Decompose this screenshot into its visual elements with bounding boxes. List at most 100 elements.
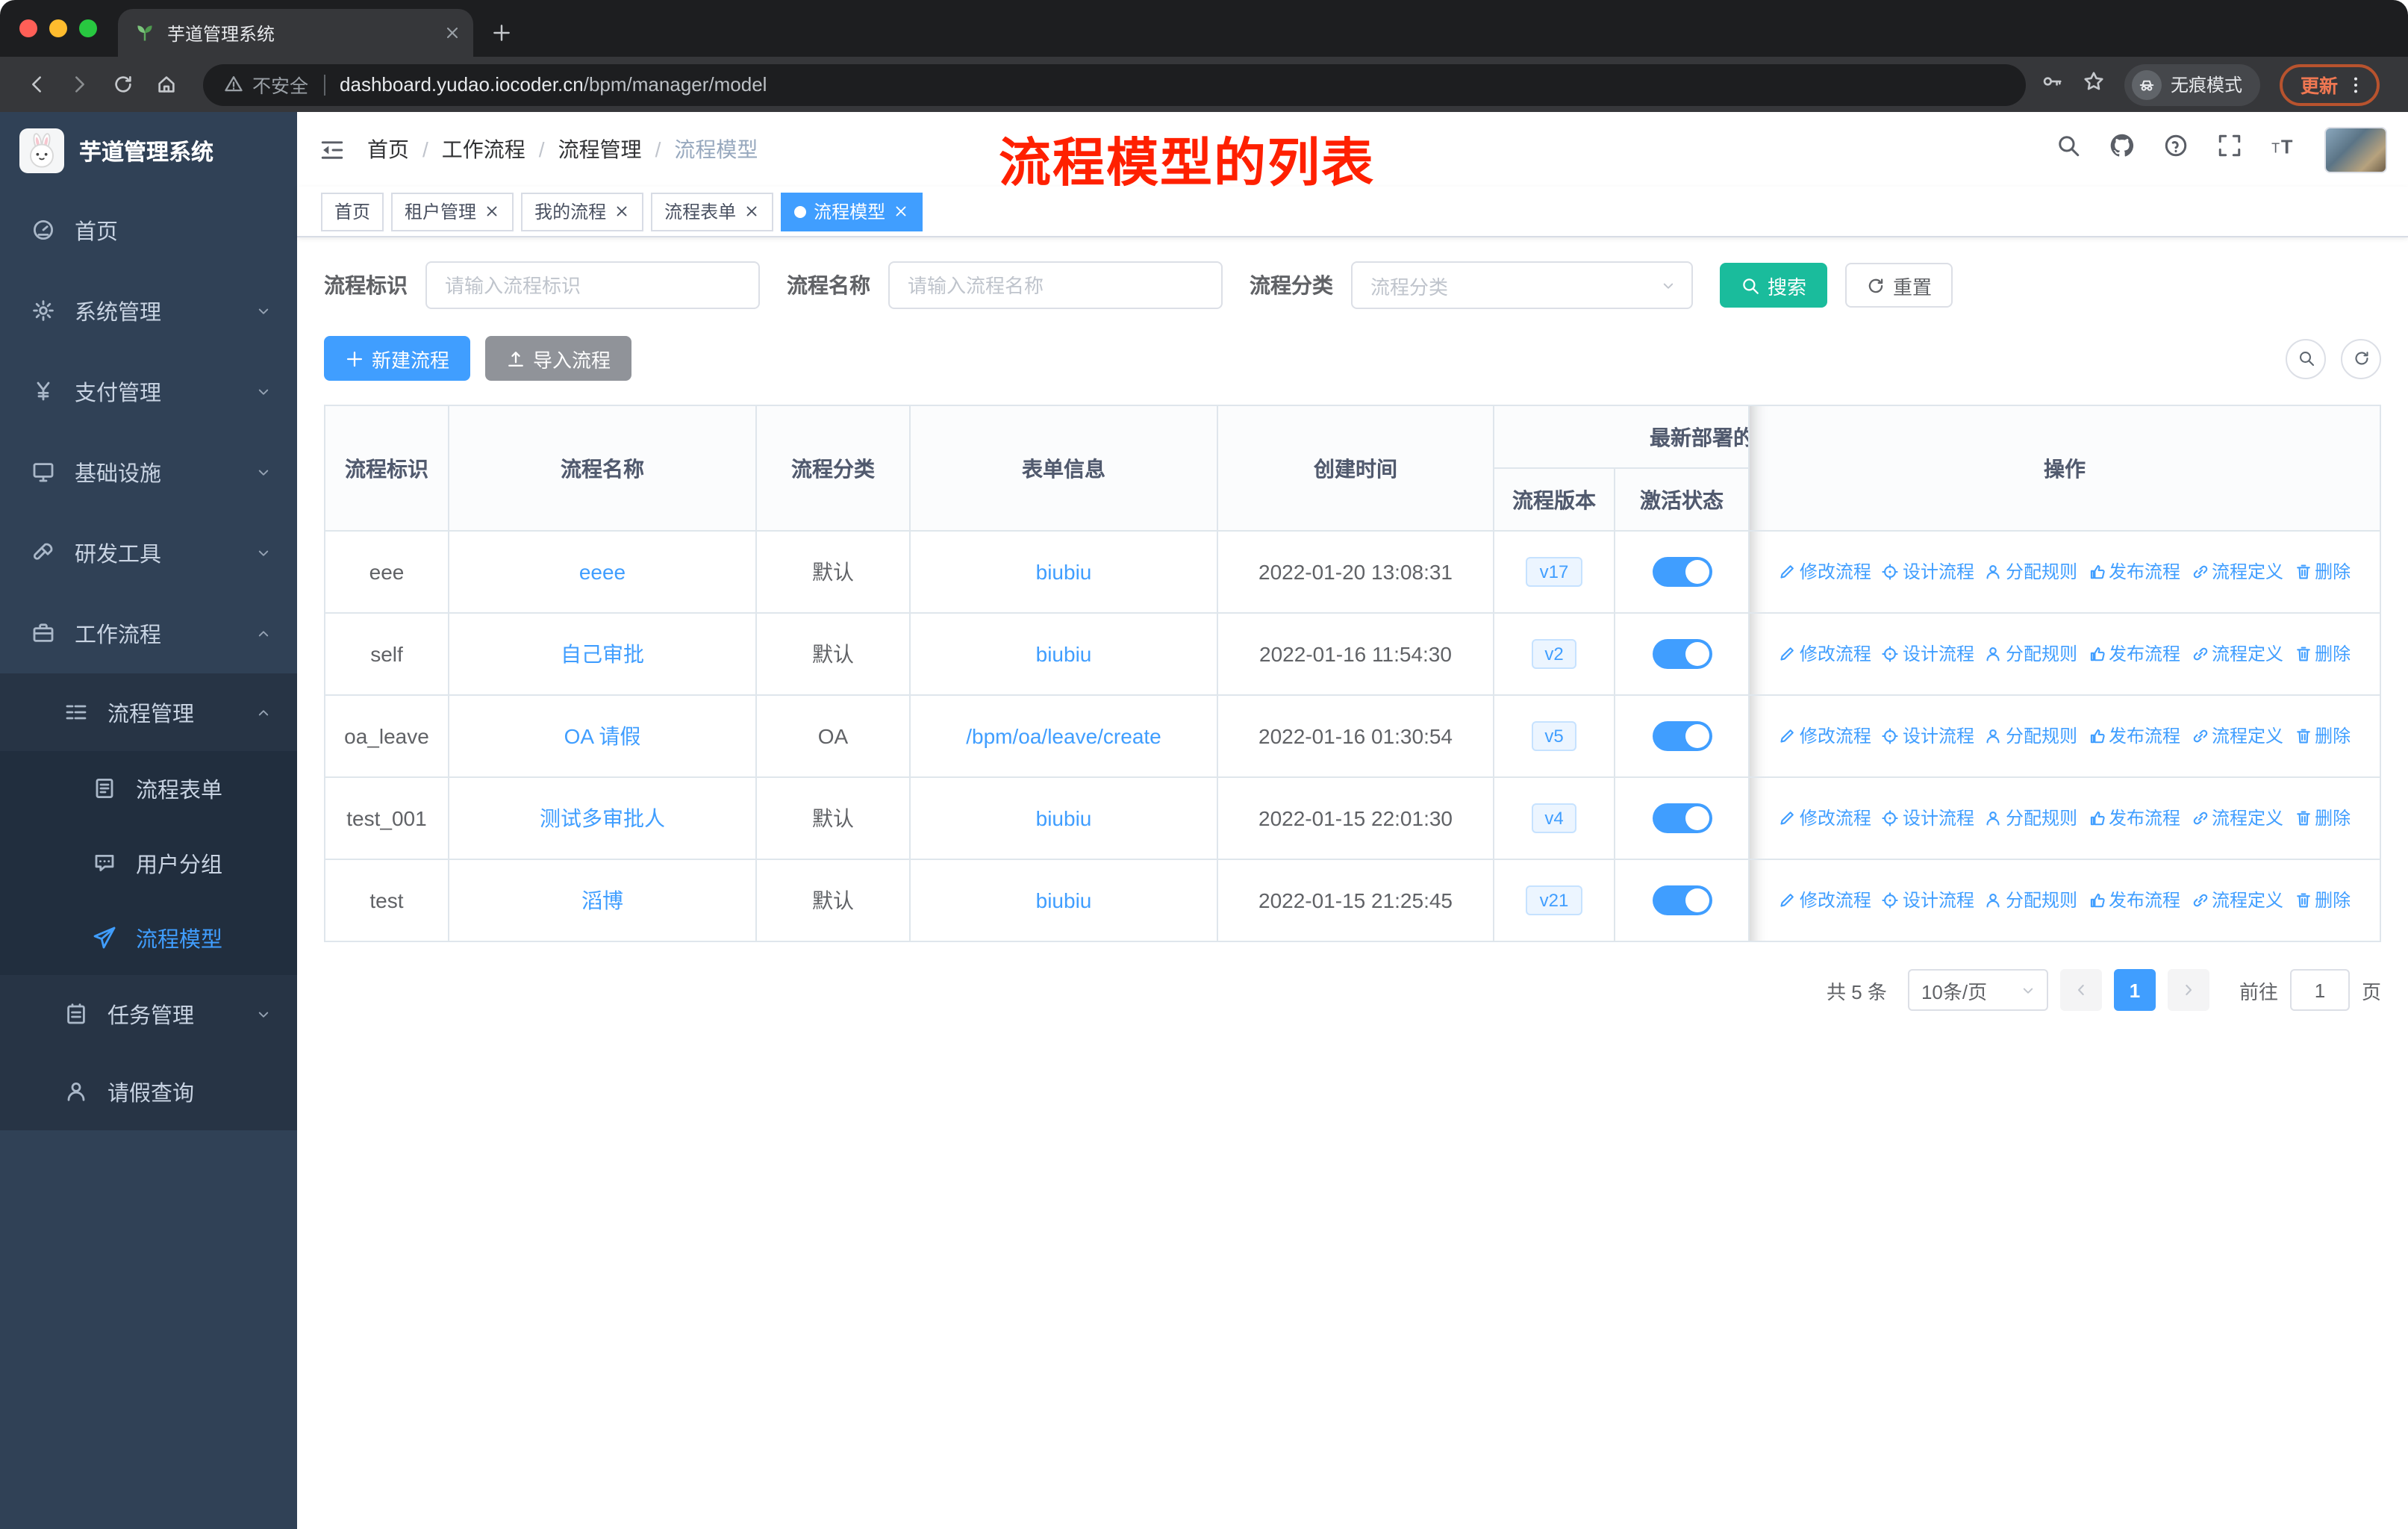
browser-tab[interactable]: 芋道管理系统 [118, 9, 473, 57]
github-button[interactable] [2109, 133, 2135, 166]
sidebar-item-workflow[interactable]: 工作流程 [0, 593, 297, 673]
form-info-link[interactable]: /bpm/oa/leave/create [966, 724, 1161, 748]
password-key-button[interactable] [2041, 70, 2063, 99]
tag-tenant[interactable]: 租户管理 [391, 192, 514, 231]
home-button[interactable] [145, 63, 188, 106]
breadcrumb-item[interactable]: 流程管理 [558, 134, 642, 164]
form-info-link[interactable]: biubiu [1036, 560, 1092, 584]
browser-update-button[interactable]: 更新 [2279, 63, 2380, 105]
page-size-select[interactable]: 10条/页 [1907, 969, 2048, 1011]
breadcrumb-item[interactable]: 首页 [367, 134, 409, 164]
action-edit[interactable]: 修改流程 [1779, 806, 1871, 831]
action-delete[interactable]: 删除 [2294, 559, 2351, 585]
sidebar-toggle-icon[interactable] [319, 137, 345, 162]
action-definition[interactable]: 流程定义 [2191, 723, 2283, 749]
new-tab-button[interactable] [491, 22, 512, 43]
action-design[interactable]: 设计流程 [1882, 888, 1974, 913]
sidebar-item-payment[interactable]: 支付管理 [0, 351, 297, 432]
action-publish[interactable]: 发布流程 [2088, 559, 2180, 585]
tag-process-form[interactable]: 流程表单 [651, 192, 774, 231]
user-avatar[interactable] [2324, 126, 2387, 172]
import-process-button[interactable]: 导入流程 [485, 336, 632, 381]
create-process-button[interactable]: 新建流程 [324, 336, 471, 381]
close-icon[interactable] [614, 203, 630, 219]
active-toggle[interactable] [1652, 557, 1712, 587]
browser-menu-icon[interactable] [2341, 69, 2371, 99]
address-bar[interactable]: 不安全 dashboard.yudao.iocoder.cn/bpm/manag… [203, 63, 2026, 105]
app-logo-row[interactable]: 芋道管理系统 [0, 112, 297, 190]
window-zoom-button[interactable] [79, 19, 97, 37]
sidebar-item-process-form[interactable]: 流程表单 [0, 751, 297, 826]
model-name-link[interactable]: 测试多审批人 [540, 806, 665, 830]
sidebar-item-process-model[interactable]: 流程模型 [0, 900, 297, 975]
model-name-link[interactable]: 滔博 [581, 888, 623, 912]
action-publish[interactable]: 发布流程 [2088, 888, 2180, 913]
active-toggle[interactable] [1652, 721, 1712, 751]
close-icon[interactable] [484, 203, 500, 219]
forward-button[interactable] [58, 63, 102, 106]
prev-page-button[interactable] [2059, 969, 2102, 1011]
search-button[interactable]: 搜索 [1720, 263, 1828, 308]
window-close-button[interactable] [19, 19, 37, 37]
action-publish[interactable]: 发布流程 [2088, 641, 2180, 667]
action-design[interactable]: 设计流程 [1882, 723, 1974, 749]
action-definition[interactable]: 流程定义 [2191, 641, 2283, 667]
sidebar-item-infrastructure[interactable]: 基础设施 [0, 432, 297, 512]
form-info-link[interactable]: biubiu [1036, 642, 1092, 666]
page-number-1[interactable]: 1 [2113, 969, 2156, 1011]
action-definition[interactable]: 流程定义 [2191, 888, 2283, 913]
reload-button[interactable] [102, 63, 145, 106]
active-toggle[interactable] [1652, 639, 1712, 669]
close-icon[interactable] [743, 203, 760, 219]
model-name-link[interactable]: OA 请假 [564, 724, 641, 748]
action-assign[interactable]: 分配规则 [1985, 806, 2077, 831]
action-delete[interactable]: 删除 [2294, 806, 2351, 831]
form-info-link[interactable]: biubiu [1036, 888, 1092, 912]
sidebar-item-home[interactable]: 首页 [0, 190, 297, 270]
process-name-input[interactable] [888, 261, 1223, 309]
action-delete[interactable]: 删除 [2294, 723, 2351, 749]
action-definition[interactable]: 流程定义 [2191, 559, 2283, 585]
tag-my-process[interactable]: 我的流程 [521, 192, 644, 231]
question-button[interactable] [2163, 133, 2189, 166]
action-delete[interactable]: 删除 [2294, 641, 2351, 667]
back-button[interactable] [15, 63, 58, 106]
action-publish[interactable]: 发布流程 [2088, 806, 2180, 831]
sidebar-item-system[interactable]: 系统管理 [0, 270, 297, 351]
model-name-link[interactable]: 自己审批 [561, 642, 644, 666]
breadcrumb-item[interactable]: 工作流程 [442, 134, 525, 164]
next-page-button[interactable] [2167, 969, 2209, 1011]
tag-process-model[interactable]: 流程模型 [781, 192, 923, 231]
bookmark-star-button[interactable] [2083, 70, 2105, 99]
action-definition[interactable]: 流程定义 [2191, 806, 2283, 831]
action-design[interactable]: 设计流程 [1882, 559, 1974, 585]
sidebar-item-leave-query[interactable]: 请假查询 [0, 1053, 297, 1130]
action-assign[interactable]: 分配规则 [1985, 723, 2077, 749]
action-edit[interactable]: 修改流程 [1779, 723, 1871, 749]
font-size-button[interactable]: TT [2271, 133, 2296, 166]
action-publish[interactable]: 发布流程 [2088, 723, 2180, 749]
action-edit[interactable]: 修改流程 [1779, 888, 1871, 913]
action-assign[interactable]: 分配规则 [1985, 641, 2077, 667]
search-button[interactable] [2056, 133, 2081, 166]
close-icon[interactable] [893, 203, 909, 219]
active-toggle[interactable] [1652, 803, 1712, 833]
tab-close-icon[interactable] [443, 24, 461, 42]
sidebar-item-process-management[interactable]: 流程管理 [0, 673, 297, 751]
refresh-table-button[interactable] [2341, 338, 2381, 379]
process-key-input[interactable] [425, 261, 760, 309]
incognito-badge[interactable]: 无痕模式 [2124, 63, 2260, 105]
action-design[interactable]: 设计流程 [1882, 806, 1974, 831]
action-edit[interactable]: 修改流程 [1779, 641, 1871, 667]
sidebar-item-task-management[interactable]: 任务管理 [0, 975, 297, 1053]
active-toggle[interactable] [1652, 885, 1712, 915]
sidebar-item-user-group[interactable]: 用户分组 [0, 826, 297, 900]
action-design[interactable]: 设计流程 [1882, 641, 1974, 667]
sidebar-item-dev-tools[interactable]: 研发工具 [0, 512, 297, 593]
reset-button[interactable]: 重置 [1845, 263, 1953, 308]
model-name-link[interactable]: eeee [579, 560, 626, 584]
form-info-link[interactable]: biubiu [1036, 806, 1092, 830]
tag-home[interactable]: 首页 [321, 192, 384, 231]
fullscreen-button[interactable] [2217, 133, 2242, 166]
action-assign[interactable]: 分配规则 [1985, 888, 2077, 913]
